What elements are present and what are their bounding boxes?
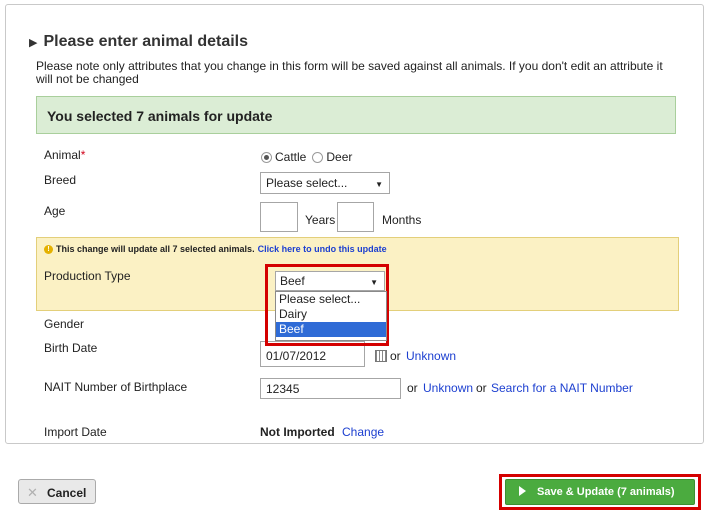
breed-label: Breed [44, 173, 77, 187]
chevron-down-icon: ▼ [375, 180, 383, 189]
change-warning: ! This change will update all 7 selected… [44, 244, 387, 254]
section-title[interactable]: ▶ Please enter animal details [29, 33, 248, 51]
birth-date-label: Birth Date [44, 341, 98, 355]
years-label: Years [305, 213, 336, 227]
gender-label: Gender [44, 317, 85, 331]
save-update-button-label: Save & Update (7 animals) [537, 486, 675, 498]
option-please-select[interactable]: Please select... [276, 292, 386, 307]
form-note: Please note only attributes that you cha… [36, 59, 663, 86]
production-type-options: Please select... Dairy Beef [275, 291, 387, 341]
import-date-label: Import Date [44, 425, 107, 439]
production-type-label: Production Type [44, 269, 131, 283]
expand-triangle-icon: ▶ [29, 37, 38, 49]
undo-update-link[interactable]: Click here to undo this update [258, 244, 387, 254]
animal-radio-group: Cattle Deer [261, 150, 352, 164]
nait-label: NAIT Number of Birthplace [44, 380, 188, 394]
selection-banner: You selected 7 animals for update [36, 96, 676, 134]
birth-date-or: or [390, 349, 401, 363]
nait-or-2: or [476, 381, 487, 395]
production-type-select-value: Beef [280, 274, 305, 288]
animal-label: Animal* [44, 148, 86, 162]
age-months-input[interactable] [337, 202, 374, 232]
production-type-select[interactable]: Beef ▼ [275, 271, 385, 291]
save-update-button[interactable]: Save & Update (7 animals) [505, 479, 695, 505]
section-title-text: Please enter animal details [43, 33, 249, 50]
import-date-value: Not Imported [260, 425, 335, 439]
nait-search-link[interactable]: Search for a NAIT Number [491, 381, 633, 395]
play-icon [519, 486, 526, 496]
nait-or-1: or [407, 381, 418, 395]
deer-radio[interactable] [312, 151, 324, 163]
option-beef[interactable]: Beef [276, 322, 386, 337]
option-dairy[interactable]: Dairy [276, 307, 386, 322]
breed-select-value: Please select... [266, 176, 348, 190]
cancel-button[interactable]: ✕ Cancel [18, 479, 96, 504]
required-mark: * [80, 148, 86, 162]
age-label: Age [44, 204, 66, 218]
warning-text: This change will update all 7 selected a… [56, 244, 255, 254]
cancel-button-label: Cancel [47, 486, 87, 500]
age-years-input[interactable] [260, 202, 298, 232]
months-label: Months [382, 213, 422, 227]
deer-radio-label: Deer [326, 150, 353, 164]
nait-unknown-link[interactable]: Unknown [423, 381, 473, 395]
calendar-icon[interactable] [375, 350, 387, 362]
breed-select[interactable]: Please select... ▼ [260, 172, 390, 194]
birth-date-unknown-link[interactable]: Unknown [406, 349, 456, 363]
cattle-radio-label: Cattle [275, 150, 307, 164]
warning-icon: ! [44, 244, 53, 254]
selection-banner-text: You selected 7 animals for update [47, 108, 273, 124]
chevron-down-icon: ▼ [370, 278, 378, 287]
import-date-change-link[interactable]: Change [342, 425, 384, 439]
close-icon: ✕ [27, 485, 38, 500]
nait-input[interactable]: 12345 [260, 378, 401, 399]
cattle-radio[interactable] [261, 151, 272, 163]
